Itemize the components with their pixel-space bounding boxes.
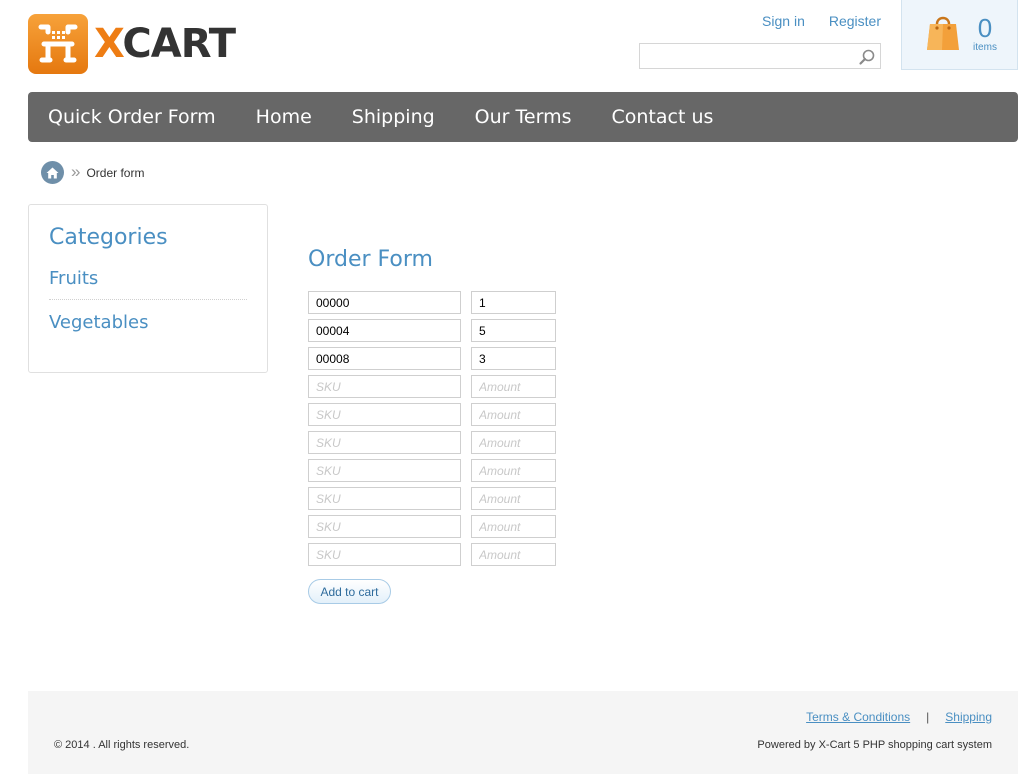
- search-icon[interactable]: [858, 48, 876, 66]
- logo-cart-icon: [28, 14, 88, 74]
- order-row: [308, 319, 556, 347]
- powered-by: Powered by X-Cart 5 PHP shopping cart sy…: [757, 739, 992, 751]
- category-vegetables[interactable]: Vegetables: [49, 310, 247, 354]
- amount-input[interactable]: [471, 543, 556, 566]
- logo-wordmark: XCART: [94, 21, 236, 67]
- breadcrumb: » Order form: [41, 161, 144, 184]
- sku-input[interactable]: [308, 291, 461, 314]
- add-to-cart-button[interactable]: Add to cart: [308, 579, 391, 604]
- categories-sidebar: Categories Fruits Vegetables: [28, 204, 268, 373]
- mini-cart[interactable]: 0 items: [901, 0, 1018, 70]
- search-input[interactable]: [640, 44, 850, 68]
- register-link[interactable]: Register: [829, 13, 881, 29]
- sign-in-link[interactable]: Sign in: [762, 13, 805, 29]
- order-row: [308, 291, 556, 319]
- category-fruits[interactable]: Fruits: [49, 266, 247, 300]
- footer-link-terms[interactable]: Terms & Conditions: [806, 710, 910, 724]
- nav-item-contact-us[interactable]: Contact us: [611, 106, 713, 128]
- sku-input[interactable]: [308, 515, 461, 538]
- amount-input[interactable]: [471, 291, 556, 314]
- order-row: [308, 543, 556, 571]
- order-row: [308, 347, 556, 375]
- nav-item-our-terms[interactable]: Our Terms: [475, 106, 572, 128]
- site-logo[interactable]: XCART: [28, 14, 236, 74]
- order-row: [308, 487, 556, 515]
- amount-input[interactable]: [471, 459, 556, 482]
- footer-separator: |: [926, 710, 930, 724]
- breadcrumb-separator: »: [71, 161, 81, 181]
- copyright: © 2014 . All rights reserved.: [54, 739, 190, 751]
- sku-input[interactable]: [308, 431, 461, 454]
- shopping-bag-icon: [926, 12, 960, 57]
- page-title: Order Form: [308, 247, 433, 272]
- sku-input[interactable]: [308, 487, 461, 510]
- order-row: [308, 515, 556, 543]
- footer-links: Terms & Conditions | Shipping: [806, 710, 992, 724]
- search-box: [639, 43, 881, 69]
- sku-input[interactable]: [308, 375, 461, 398]
- breadcrumb-current: Order form: [86, 165, 145, 180]
- order-row: [308, 403, 556, 431]
- sku-input[interactable]: [308, 403, 461, 426]
- nav-item-shipping[interactable]: Shipping: [352, 106, 435, 128]
- sku-input[interactable]: [308, 319, 461, 342]
- amount-input[interactable]: [471, 375, 556, 398]
- order-row: [308, 431, 556, 459]
- nav-item-home[interactable]: Home: [256, 106, 312, 128]
- amount-input[interactable]: [471, 487, 556, 510]
- footer: Terms & Conditions | Shipping © 2014 . A…: [28, 691, 1018, 774]
- amount-input[interactable]: [471, 347, 556, 370]
- cart-items-label: items: [973, 42, 997, 53]
- cart-count: 0: [977, 13, 993, 43]
- sku-input[interactable]: [308, 347, 461, 370]
- logo-cart-text: CART: [122, 21, 236, 67]
- footer-link-shipping[interactable]: Shipping: [945, 710, 992, 724]
- account-links: Sign in Register: [762, 13, 881, 29]
- home-icon[interactable]: [41, 161, 64, 184]
- sku-input[interactable]: [308, 543, 461, 566]
- order-row: [308, 459, 556, 487]
- main-nav: Quick Order Form Home Shipping Our Terms…: [28, 92, 1018, 142]
- order-form-rows: [308, 291, 556, 571]
- amount-input[interactable]: [471, 403, 556, 426]
- categories-title: Categories: [49, 225, 168, 250]
- nav-item-quick-order-form[interactable]: Quick Order Form: [48, 106, 216, 128]
- amount-input[interactable]: [471, 431, 556, 454]
- logo-x: X: [94, 21, 123, 67]
- amount-input[interactable]: [471, 319, 556, 342]
- sku-input[interactable]: [308, 459, 461, 482]
- order-row: [308, 375, 556, 403]
- amount-input[interactable]: [471, 515, 556, 538]
